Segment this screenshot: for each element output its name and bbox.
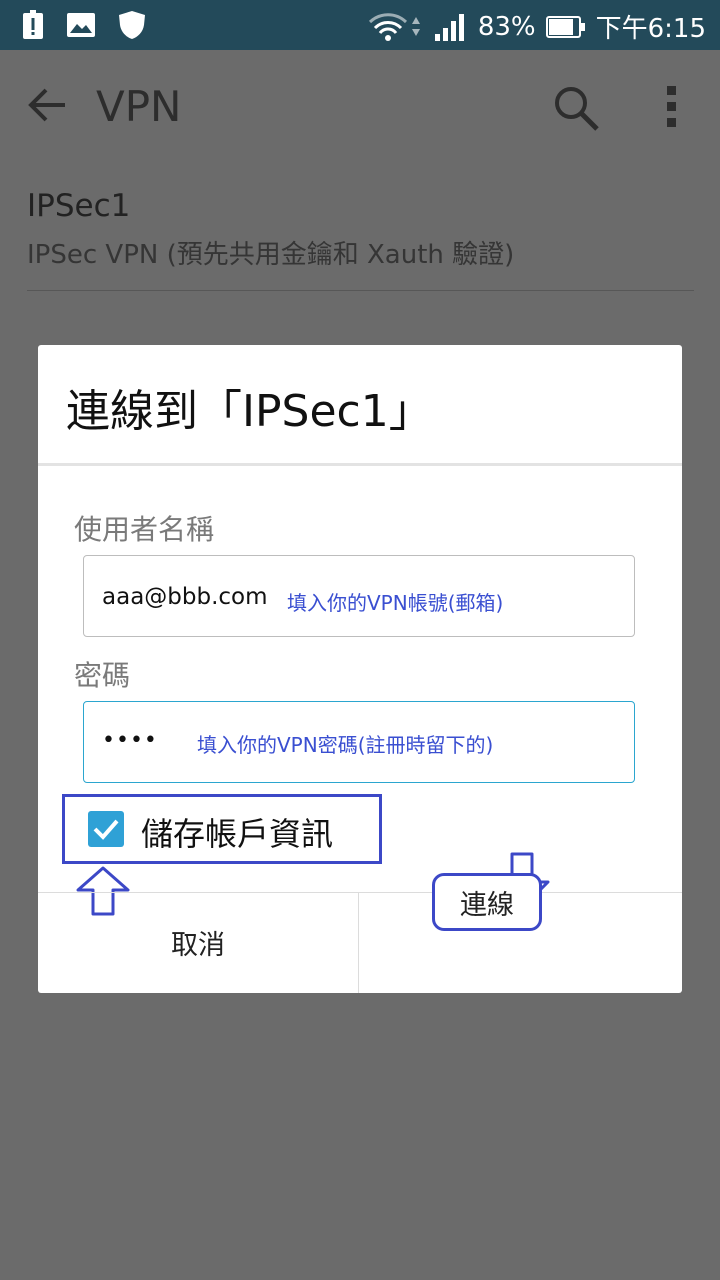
wifi-icon [368, 12, 420, 41]
list-divider [27, 290, 694, 291]
image-icon [67, 13, 95, 37]
shield-icon [119, 11, 145, 39]
clock: 下午6:15 [595, 14, 706, 44]
signal-icon [434, 13, 464, 41]
save-account-checkbox[interactable] [88, 811, 124, 847]
password-hint: 填入你的VPN密碼(註冊時留下的) [197, 733, 494, 757]
save-account-highlight[interactable]: 儲存帳戶資訊 [62, 794, 382, 864]
back-arrow-icon[interactable] [26, 84, 68, 126]
username-value: aaa@bbb.com [102, 584, 268, 610]
checkmark-icon [93, 819, 119, 840]
search-icon[interactable] [552, 84, 600, 132]
password-label: 密碼 [74, 659, 131, 692]
username-field[interactable]: aaa@bbb.com 填入你的VPN帳號(郵箱) [83, 555, 635, 637]
vpn-item-name[interactable]: IPSec1 [27, 188, 130, 224]
connect-dialog: 連線到「IPSec1」 使用者名稱 aaa@bbb.com 填入你的VPN帳號(… [38, 345, 682, 993]
connect-button[interactable]: 連線 [432, 873, 542, 931]
alert-icon [23, 10, 43, 39]
more-vert-icon[interactable] [662, 84, 682, 130]
battery-percent: 83% [477, 11, 536, 42]
username-label: 使用者名稱 [74, 513, 215, 546]
status-bar: 83% 下午6:15 [0, 0, 720, 50]
cancel-button[interactable]: 取消 [38, 892, 358, 993]
save-account-label: 儲存帳戶資訊 [141, 815, 334, 853]
page-title: VPN [96, 82, 182, 131]
password-field[interactable]: •••• 填入你的VPN密碼(註冊時留下的) [83, 701, 635, 783]
password-value: •••• [102, 728, 158, 753]
status-icons-right: 83% 下午6:15 [368, 8, 706, 45]
status-icons-left [22, 10, 146, 40]
dialog-title-divider [38, 463, 682, 466]
battery-icon [545, 15, 585, 38]
username-hint: 填入你的VPN帳號(郵箱) [287, 591, 504, 615]
dialog-title: 連線到「IPSec1」 [66, 386, 433, 437]
vpn-item-subtitle: IPSec VPN (預先共用金鑰和 Xauth 驗證) [27, 240, 515, 270]
